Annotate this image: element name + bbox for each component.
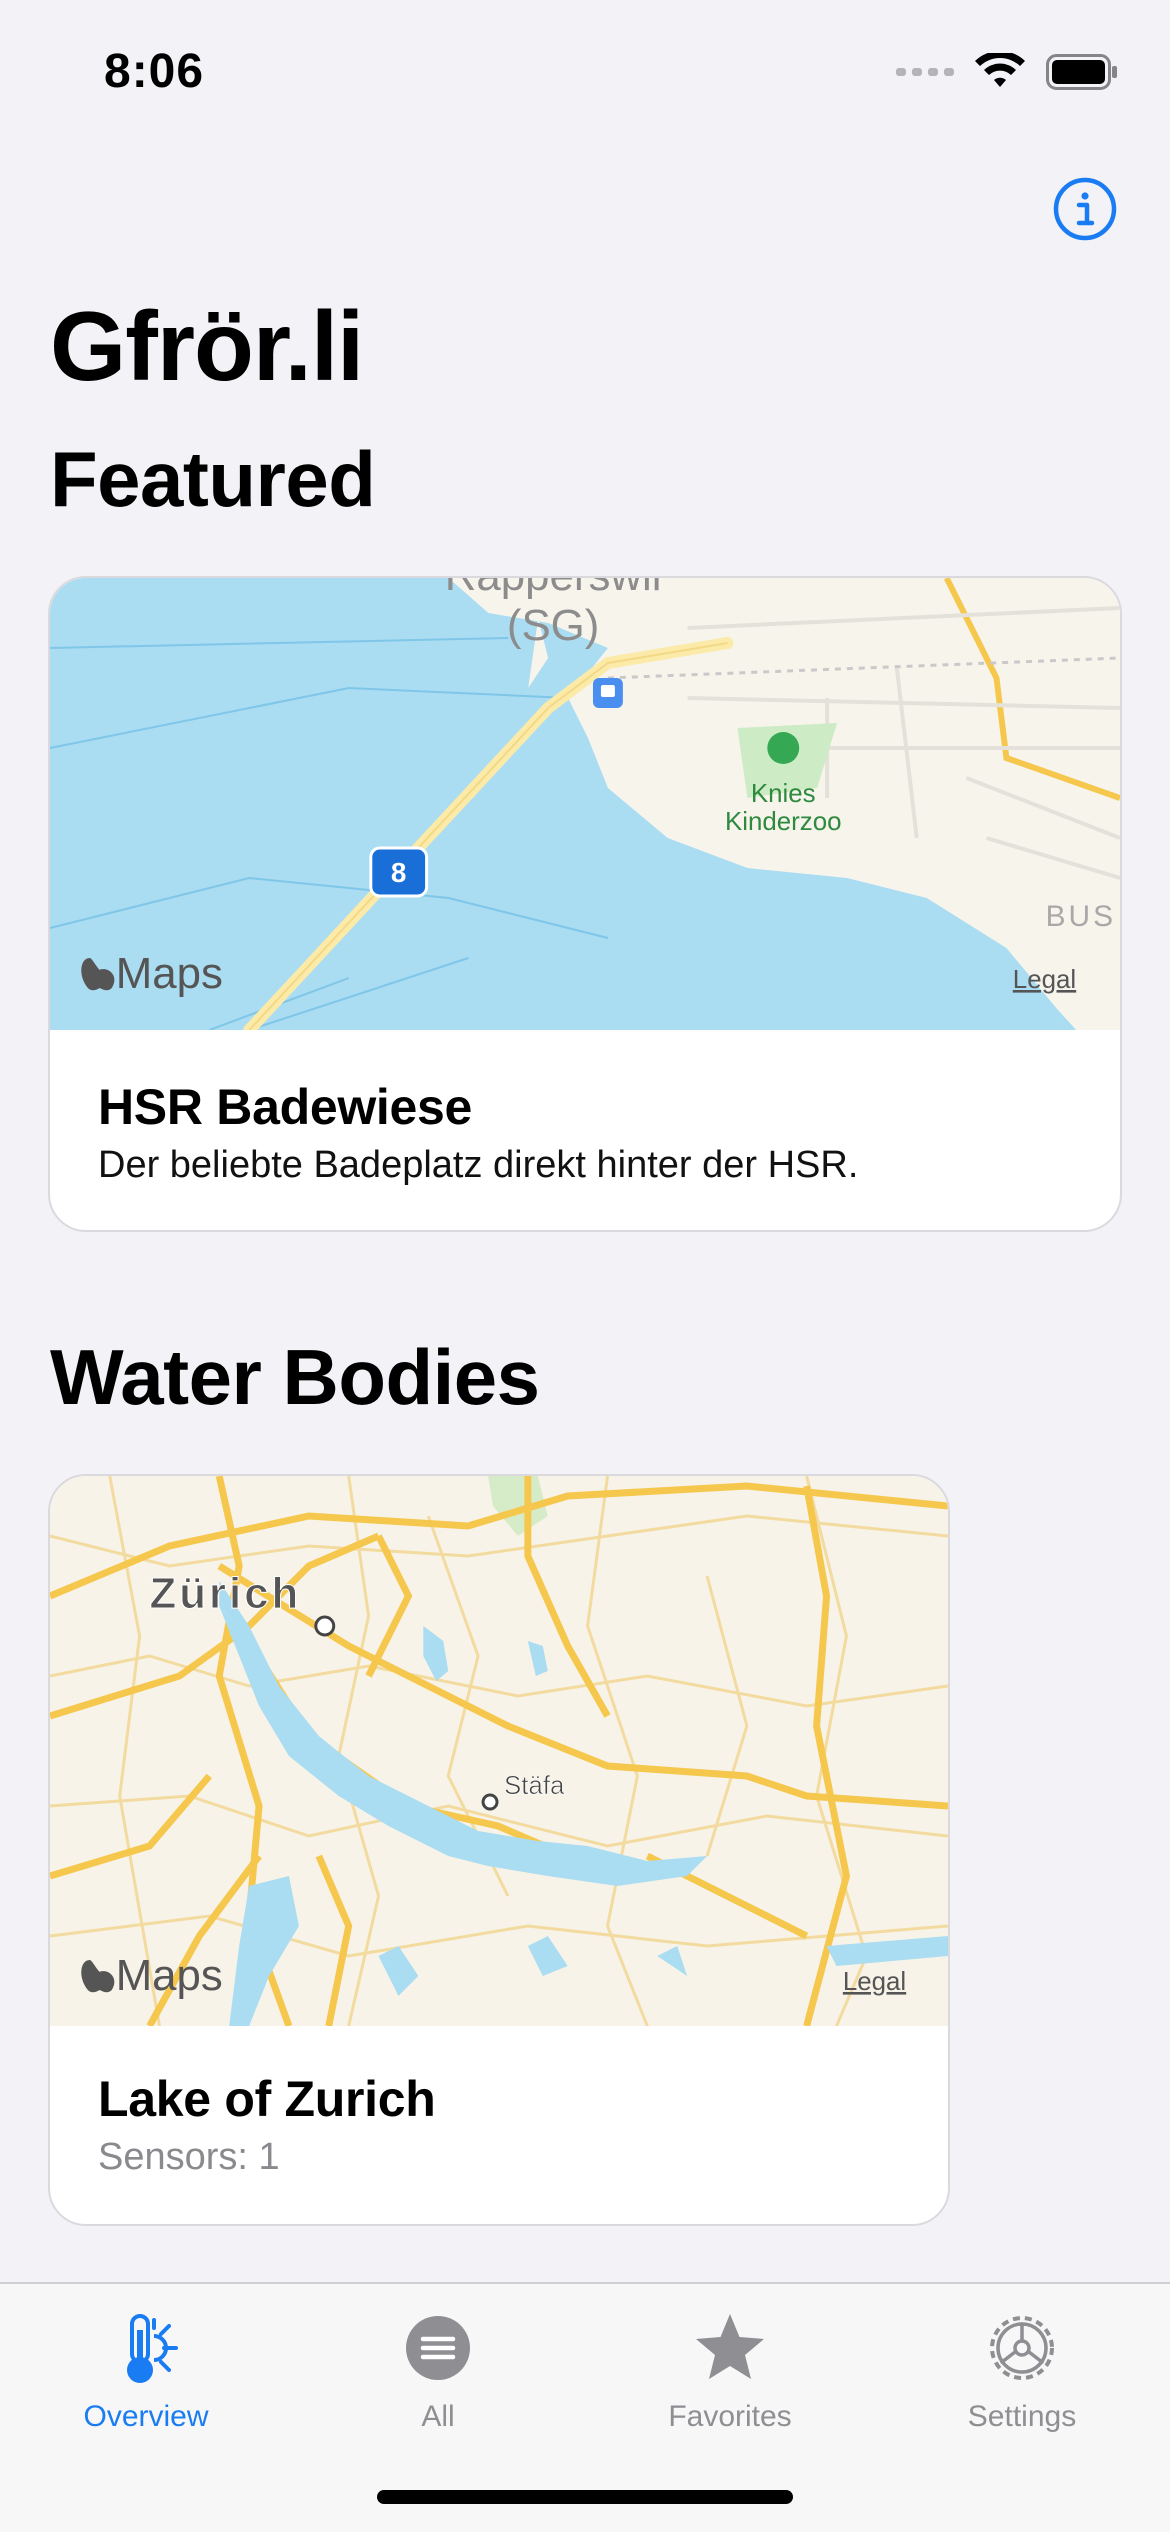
- wifi-icon: [975, 53, 1025, 87]
- cellular-signal-icon: [896, 68, 954, 76]
- thermometer-sun-icon: [127, 2314, 178, 2383]
- tab-settings-label: Settings: [967, 2400, 1077, 2433]
- map-attribution: Maps: [116, 1951, 223, 2000]
- featured-card-text: HSR Badewiese Der beliebte Badeplatz dir…: [98, 1078, 858, 1187]
- star-icon: [696, 2314, 764, 2379]
- status-time: 8:06: [104, 45, 205, 98]
- tab-settings[interactable]: Settings: [876, 2308, 1168, 2458]
- battery-icon: [1046, 54, 1117, 90]
- zoo-icon: [767, 732, 800, 764]
- map-attribution: Maps: [116, 949, 223, 998]
- home-indicator[interactable]: [377, 2490, 793, 2504]
- tab-all[interactable]: All: [292, 2308, 584, 2458]
- water-body-title: Lake of Zurich: [98, 2071, 436, 2127]
- tab-favorites[interactable]: Favorites: [584, 2308, 876, 2458]
- map-legal-link[interactable]: Legal: [1013, 966, 1076, 994]
- map-label-town: Rapperswil: [445, 578, 662, 600]
- lake-map[interactable]: Zürich Stäfa Maps Legal: [50, 1476, 948, 2026]
- screen: 8:06 Gfrör.li Featured (SG) Knies Kinder…: [0, 0, 1170, 2532]
- list-circle-icon: [406, 2316, 470, 2380]
- featured-section-title: Featured: [50, 435, 376, 523]
- tab-favorites-label: Favorites: [668, 2400, 792, 2433]
- tab-overview[interactable]: Overview: [0, 2308, 292, 2458]
- map-label-bus: BUS: [1046, 900, 1116, 933]
- water-body-sensors: Sensors: 1: [98, 2136, 280, 2178]
- water-bodies-section-title: Water Bodies: [50, 1333, 540, 1421]
- featured-card-title: HSR Badewiese: [98, 1079, 473, 1135]
- map-label-zoo: Knies: [751, 780, 816, 808]
- status-icons: [896, 52, 1118, 92]
- featured-map[interactable]: Rapperswil (SG) Knies Kinderzoo 8 BUS Ma…: [50, 578, 1120, 1030]
- map-label-town-suffix: (SG): [507, 601, 600, 650]
- featured-card[interactable]: Rapperswil (SG) Knies Kinderzoo 8 BUS Ma…: [48, 576, 1122, 1232]
- tab-all-label: All: [421, 2400, 455, 2433]
- page-title: Gfrör.li: [50, 291, 364, 401]
- tab-overview-label: Overview: [83, 2400, 209, 2433]
- info-button[interactable]: [1052, 176, 1118, 242]
- gear-icon: [990, 2316, 1054, 2380]
- info-circle-icon: [1053, 177, 1117, 241]
- water-body-card[interactable]: Zürich Stäfa Maps Legal Lake of Zurich S…: [48, 1474, 950, 2226]
- map-label-zoo-2: Kinderzoo: [725, 808, 842, 836]
- map-legal-link[interactable]: Legal: [843, 1968, 906, 1996]
- water-body-card-text: Lake of Zurich Sensors: 1: [98, 2070, 436, 2179]
- map-label-road: 8: [391, 857, 407, 888]
- city-marker-zurich: [314, 1615, 336, 1637]
- map-label-town: Stäfa: [504, 1772, 565, 1800]
- city-marker-stafa: [481, 1793, 499, 1811]
- status-bar: 8:06: [0, 0, 1170, 140]
- featured-card-description: Der beliebte Badeplatz direkt hinter der…: [98, 1144, 859, 1186]
- map-label-city: Zürich: [150, 1569, 302, 1618]
